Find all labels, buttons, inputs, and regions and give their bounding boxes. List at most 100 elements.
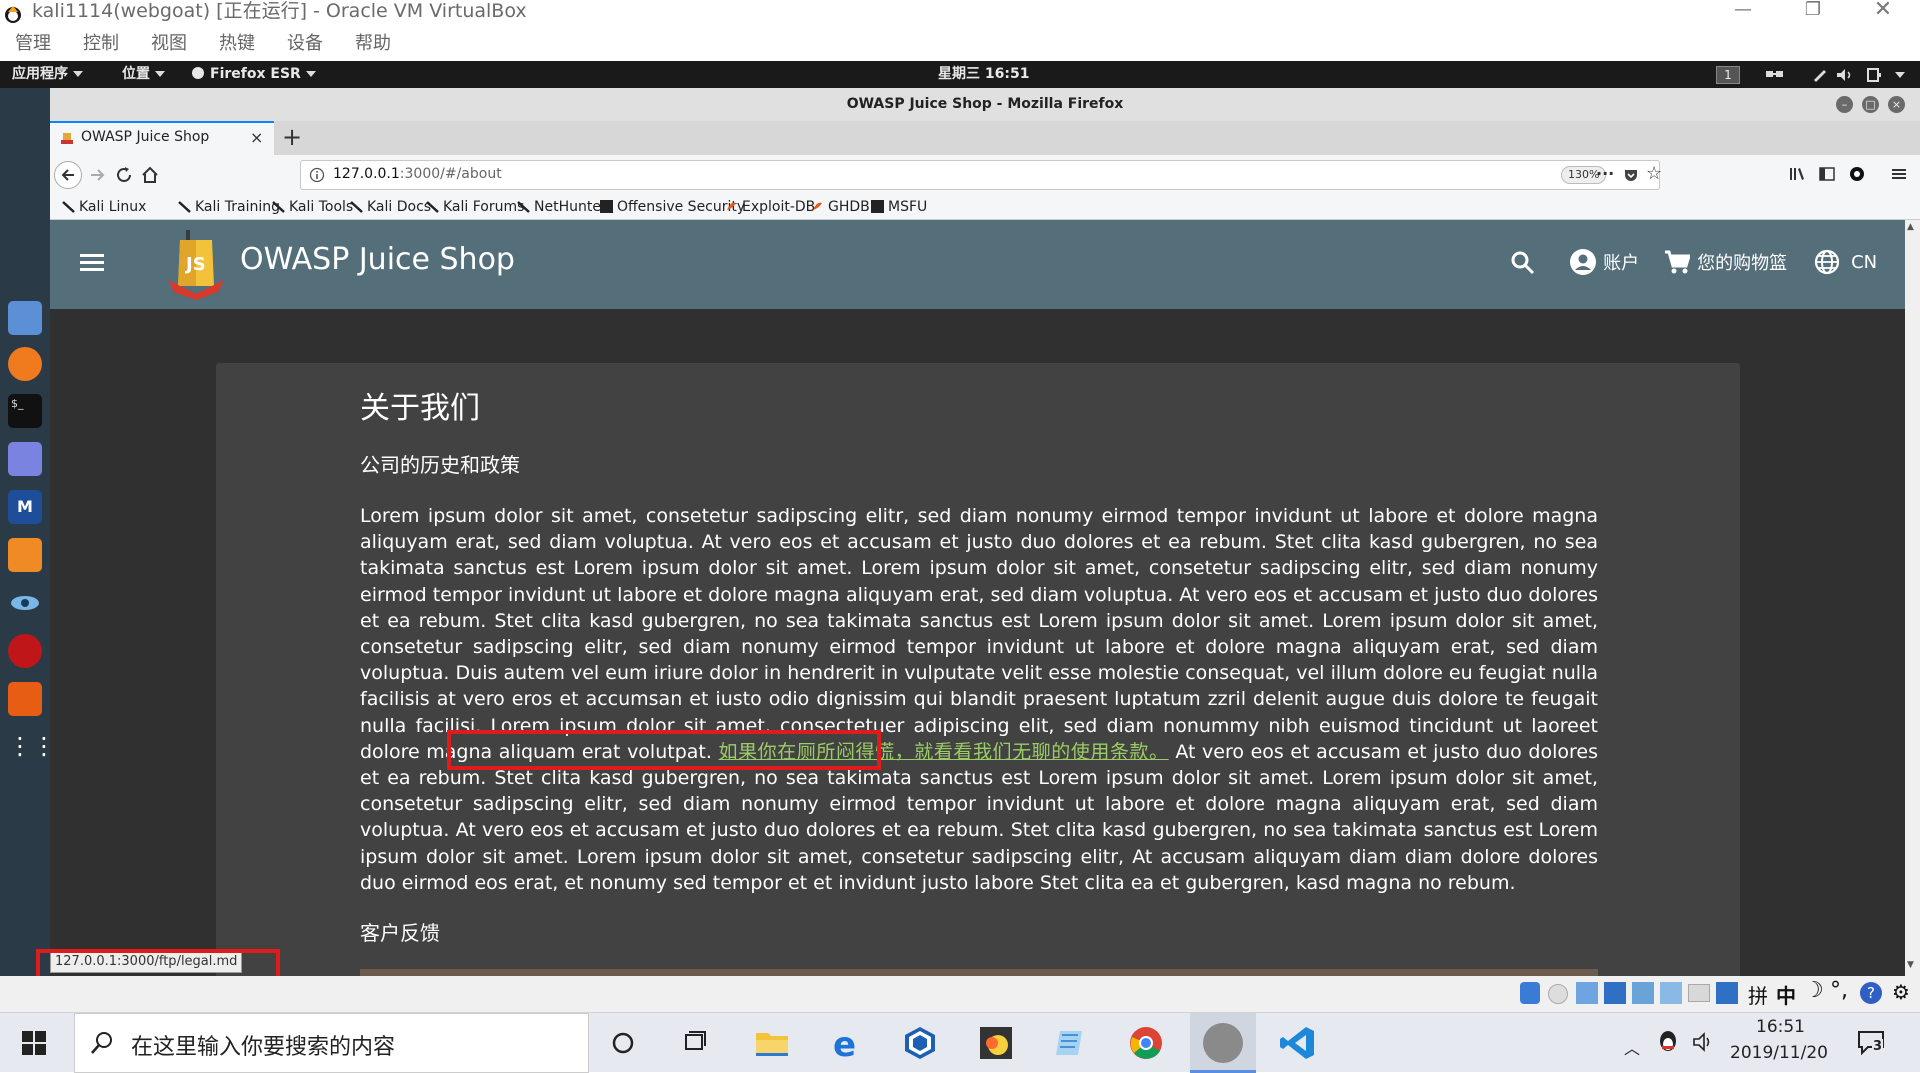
file-explorer-icon[interactable] (752, 1023, 792, 1063)
site-info-icon[interactable] (309, 167, 325, 183)
files-icon[interactable] (8, 301, 42, 335)
vb-hdd-icon[interactable] (1520, 982, 1540, 1004)
windows-start-icon[interactable] (22, 1031, 46, 1055)
chrome-icon[interactable] (1126, 1023, 1166, 1063)
back-button[interactable] (54, 161, 82, 189)
hamburger-menu-icon[interactable] (1890, 165, 1908, 183)
tray-time[interactable]: 16:51 (1756, 1017, 1805, 1037)
firefox-app-menu[interactable]: Firefox ESR (192, 61, 316, 88)
system-menu-caret[interactable] (1895, 72, 1905, 78)
vb-display-icon[interactable] (1688, 984, 1710, 1002)
menu-view[interactable]: 视图 (151, 32, 187, 56)
minimize-button[interactable]: — (1720, 0, 1766, 24)
close-button[interactable]: ✕ (1860, 0, 1906, 24)
new-tab-button[interactable]: + (282, 123, 302, 151)
bookmark-kali-training[interactable]: Kali Training (178, 195, 280, 220)
pocket-icon[interactable] (1623, 167, 1639, 183)
ff-close-button[interactable]: × (1888, 96, 1905, 113)
vb-audio-icon[interactable] (1576, 982, 1598, 1004)
bookmark-exploit-db[interactable]: Exploit-DB (725, 195, 815, 220)
ime-pinyin-indicator[interactable]: 拼 (1748, 980, 1768, 1009)
action-center-icon[interactable]: 3 (1856, 1027, 1886, 1057)
taskbar-search-box[interactable]: 在这里输入你要搜索的内容 (74, 1013, 589, 1073)
ime-chinese-indicator[interactable]: 中 (1776, 980, 1796, 1009)
side-menu-icon[interactable] (80, 252, 104, 272)
vb-network-icon[interactable] (1604, 982, 1626, 1004)
ff-minimize-button[interactable]: – (1836, 96, 1853, 113)
applications-menu[interactable]: 应用程序 (12, 61, 83, 88)
vb-recording-icon[interactable] (1716, 982, 1738, 1004)
burpsuite-icon[interactable] (8, 538, 42, 572)
tab-close-icon[interactable]: × (250, 128, 263, 147)
juice-shop-logo[interactable]: JS (168, 228, 224, 300)
power-icon[interactable] (1866, 67, 1884, 83)
vb-shared-folder-icon[interactable] (1660, 982, 1682, 1004)
menu-devices[interactable]: 设备 (287, 32, 323, 56)
home-button[interactable] (140, 165, 160, 185)
menu-hotkey[interactable]: 热键 (219, 32, 255, 56)
bookmark-kali-forums[interactable]: Kali Forums (426, 195, 524, 220)
url-text[interactable]: 127.0.0.1:3000/#/about (333, 166, 502, 182)
reload-button[interactable] (114, 165, 134, 185)
places-menu[interactable]: 位置 (122, 61, 165, 88)
volume-icon[interactable] (1836, 68, 1854, 82)
notepad-icon[interactable] (1050, 1023, 1090, 1063)
pen-icon[interactable] (1812, 68, 1828, 82)
language-button[interactable]: CN (1814, 249, 1877, 275)
page-actions-icon[interactable]: ··· (1596, 164, 1614, 183)
vscode-icon[interactable] (1278, 1023, 1318, 1063)
page-scrollbar[interactable]: ▲ ▼ (1905, 220, 1920, 976)
menu-control[interactable]: 控制 (83, 32, 119, 56)
notes-icon[interactable] (8, 442, 42, 476)
bookmark-nethunter[interactable]: NetHunter (517, 195, 607, 220)
scroll-up-arrow[interactable]: ▲ (1907, 222, 1914, 232)
metasploit-icon[interactable]: M (8, 490, 42, 524)
tab-juice-shop[interactable]: OWASP Juice Shop × (50, 121, 274, 155)
virtualbox-taskbar-icon[interactable] (900, 1023, 940, 1063)
basket-button[interactable]: 您的购物篮 (1664, 249, 1787, 275)
bookmark-star-icon[interactable]: ☆ (1646, 163, 1662, 184)
workspace-indicator[interactable]: 1 (1716, 66, 1740, 84)
qq-chat-icon[interactable] (976, 1023, 1016, 1063)
app-title[interactable]: OWASP Juice Shop (240, 242, 515, 277)
task-view-icon[interactable] (675, 1023, 715, 1063)
bookmark-kali-tools[interactable]: Kali Tools (272, 195, 353, 220)
url-bar[interactable]: 127.0.0.1:3000/#/about 130% ··· ☆ (300, 160, 1662, 190)
vb-usb-icon[interactable] (1632, 982, 1654, 1004)
feedback-carousel[interactable] (360, 969, 1598, 976)
ime-moon-icon[interactable]: ☽ (1804, 978, 1824, 1003)
bookmark-ghdb[interactable]: GHDB (811, 195, 870, 220)
account-button[interactable]: 账户 (1570, 249, 1639, 275)
forward-button[interactable] (88, 165, 108, 185)
network-icon[interactable] (1766, 68, 1784, 81)
ime-punct-icon[interactable]: °, (1830, 978, 1848, 1003)
bookmark-kali-linux[interactable]: Kali Linux (62, 195, 146, 220)
terminal-icon[interactable]: $_ (8, 394, 42, 428)
firefox-dock-icon[interactable] (8, 347, 42, 381)
menu-manage[interactable]: 管理 (15, 32, 51, 56)
tray-overflow-icon[interactable]: ︿ (1624, 1035, 1640, 1059)
active-vm-taskbar-item[interactable] (1190, 1013, 1256, 1073)
library-icon[interactable] (1788, 165, 1806, 183)
restore-button[interactable]: ❐ (1790, 0, 1836, 24)
bookmark-msfu[interactable]: MSFU (871, 195, 927, 220)
burp-orange-icon[interactable] (8, 682, 42, 716)
cortana-icon[interactable] (603, 1023, 643, 1063)
ime-settings-icon[interactable]: ⚙ (1892, 980, 1910, 1004)
bookmark-kali-docs[interactable]: Kali Docs (350, 195, 431, 220)
ff-maximize-button[interactable]: □ (1862, 96, 1879, 113)
menu-help[interactable]: 帮助 (355, 32, 391, 56)
bookmark-offensive-security[interactable]: Offensive Security (600, 195, 745, 220)
vb-optical-icon[interactable] (1548, 984, 1568, 1004)
edge-icon[interactable]: e (826, 1023, 866, 1063)
scroll-down-arrow[interactable]: ▼ (1907, 960, 1914, 970)
extension-icon[interactable] (1848, 165, 1866, 183)
tray-date[interactable]: 2019/11/20 (1730, 1043, 1828, 1063)
speaker-icon[interactable] (1692, 1031, 1716, 1053)
ime-help-icon[interactable]: ? (1860, 982, 1882, 1004)
show-apps-icon[interactable]: ⋮⋮ (8, 730, 56, 764)
cherrytree-icon[interactable] (8, 634, 42, 668)
search-icon[interactable] (1510, 250, 1536, 276)
panel-clock[interactable]: 星期三 16:51 (938, 61, 1029, 88)
sidebar-icon[interactable] (1818, 165, 1836, 183)
